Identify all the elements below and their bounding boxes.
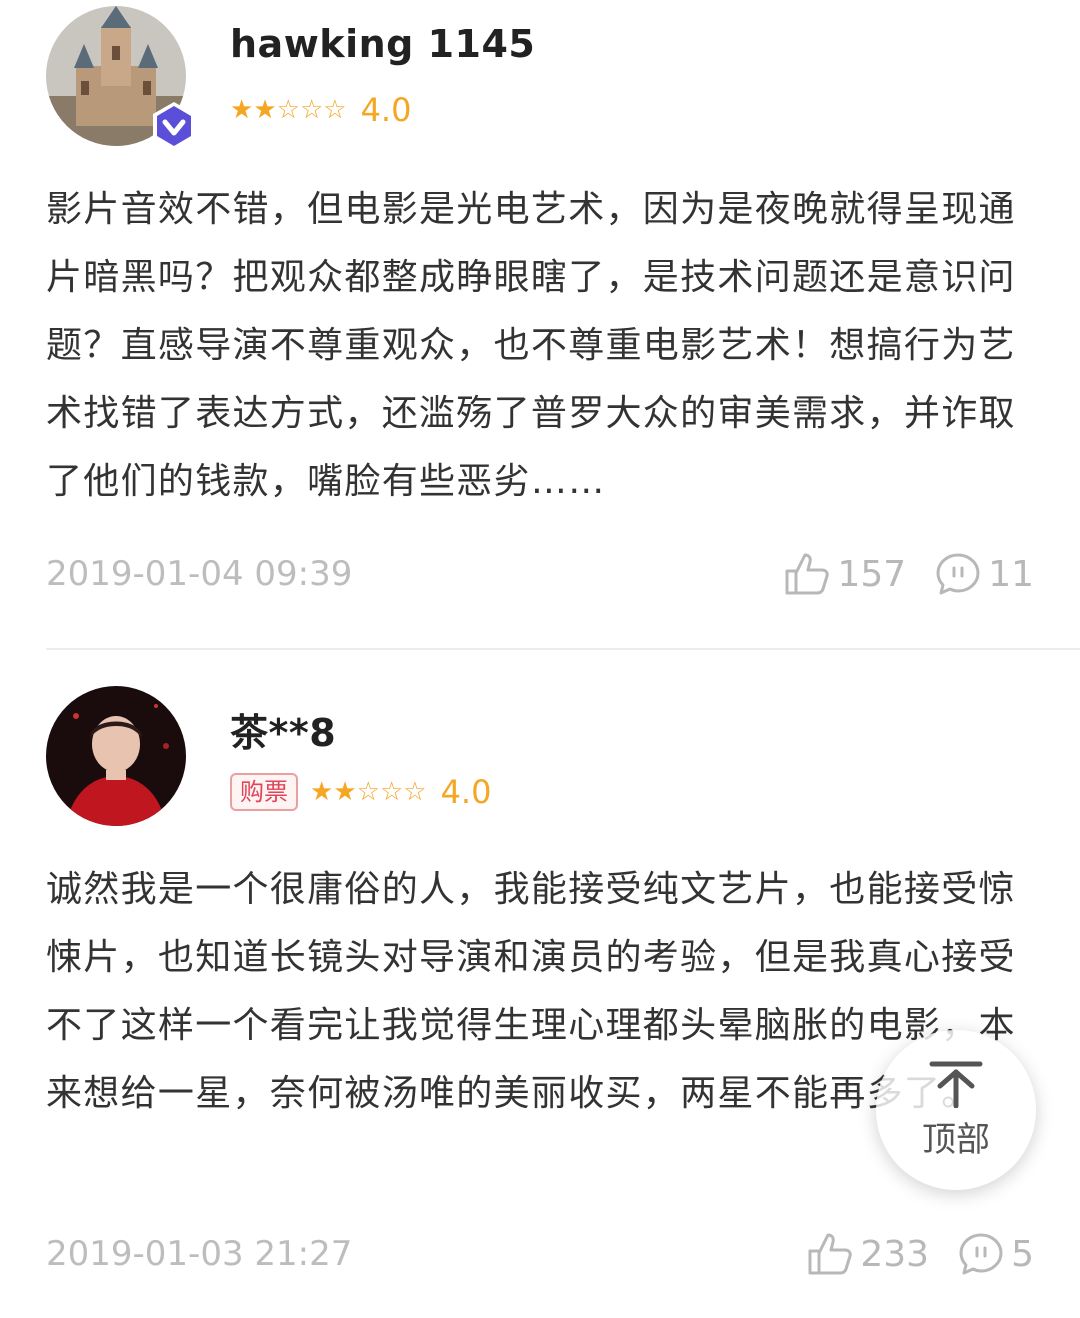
avatar[interactable] bbox=[46, 686, 186, 826]
comment-button[interactable]: 5 bbox=[957, 1231, 1034, 1277]
comment-bubble-icon bbox=[936, 553, 980, 595]
star-filled-icon: ★ bbox=[333, 777, 357, 807]
review-date: 2019-01-04 09:39 bbox=[46, 554, 353, 594]
star-filled-icon: ★ bbox=[253, 95, 277, 125]
star-filled-icon: ★ bbox=[310, 777, 334, 807]
comment-bubble-icon bbox=[959, 1233, 1003, 1275]
star-empty-icon: ☆ bbox=[356, 777, 380, 807]
back-to-top-label: 顶部 bbox=[922, 1119, 990, 1160]
like-count: 157 bbox=[837, 553, 907, 595]
star-empty-icon: ☆ bbox=[276, 95, 300, 125]
ticket-purchase-tag: 购票 bbox=[230, 773, 298, 811]
star-rating: ★ ★ ☆ ☆ ☆ bbox=[230, 97, 347, 123]
verified-badge-icon bbox=[148, 100, 200, 152]
arrow-up-icon bbox=[929, 1061, 983, 1108]
review-meta: 2019-01-04 09:39 157 11 bbox=[46, 550, 1034, 598]
star-rating: ★ ★ ☆ ☆ ☆ bbox=[310, 779, 427, 805]
comment-count: 5 bbox=[1011, 1233, 1034, 1275]
back-to-top-button[interactable]: 顶部 bbox=[876, 1030, 1036, 1190]
like-button[interactable]: 157 bbox=[783, 551, 906, 597]
username[interactable]: hawking 1145 bbox=[230, 22, 535, 66]
divider bbox=[46, 648, 1080, 650]
comment-button[interactable]: 11 bbox=[934, 551, 1034, 597]
star-empty-icon: ☆ bbox=[299, 95, 324, 125]
review-date: 2019-01-03 21:27 bbox=[46, 1234, 353, 1274]
rating-score: 4.0 bbox=[440, 773, 492, 811]
rating-row: ★ ★ ☆ ☆ ☆ 4.0 bbox=[230, 90, 411, 130]
rating-row: 购票 ★ ★ ☆ ☆ ☆ 4.0 bbox=[230, 772, 491, 812]
rating-score: 4.0 bbox=[360, 91, 412, 129]
like-count: 233 bbox=[860, 1233, 930, 1275]
star-empty-icon: ☆ bbox=[323, 95, 347, 125]
like-button[interactable]: 233 bbox=[806, 1231, 929, 1277]
star-empty-icon: ☆ bbox=[403, 777, 427, 807]
star-empty-icon: ☆ bbox=[379, 777, 404, 807]
comment-count: 11 bbox=[988, 553, 1034, 595]
username[interactable]: 茶**8 bbox=[230, 702, 336, 757]
review-meta: 2019-01-03 21:27 233 5 bbox=[46, 1230, 1034, 1278]
thumbs-up-icon bbox=[808, 1233, 853, 1275]
thumbs-up-icon bbox=[785, 553, 830, 595]
review-text[interactable]: 影片音效不错，但电影是光电艺术，因为是夜晚就得呈现通片暗黑吗？把观众都整成睁眼瞎… bbox=[46, 176, 1036, 516]
star-filled-icon: ★ bbox=[230, 95, 254, 125]
